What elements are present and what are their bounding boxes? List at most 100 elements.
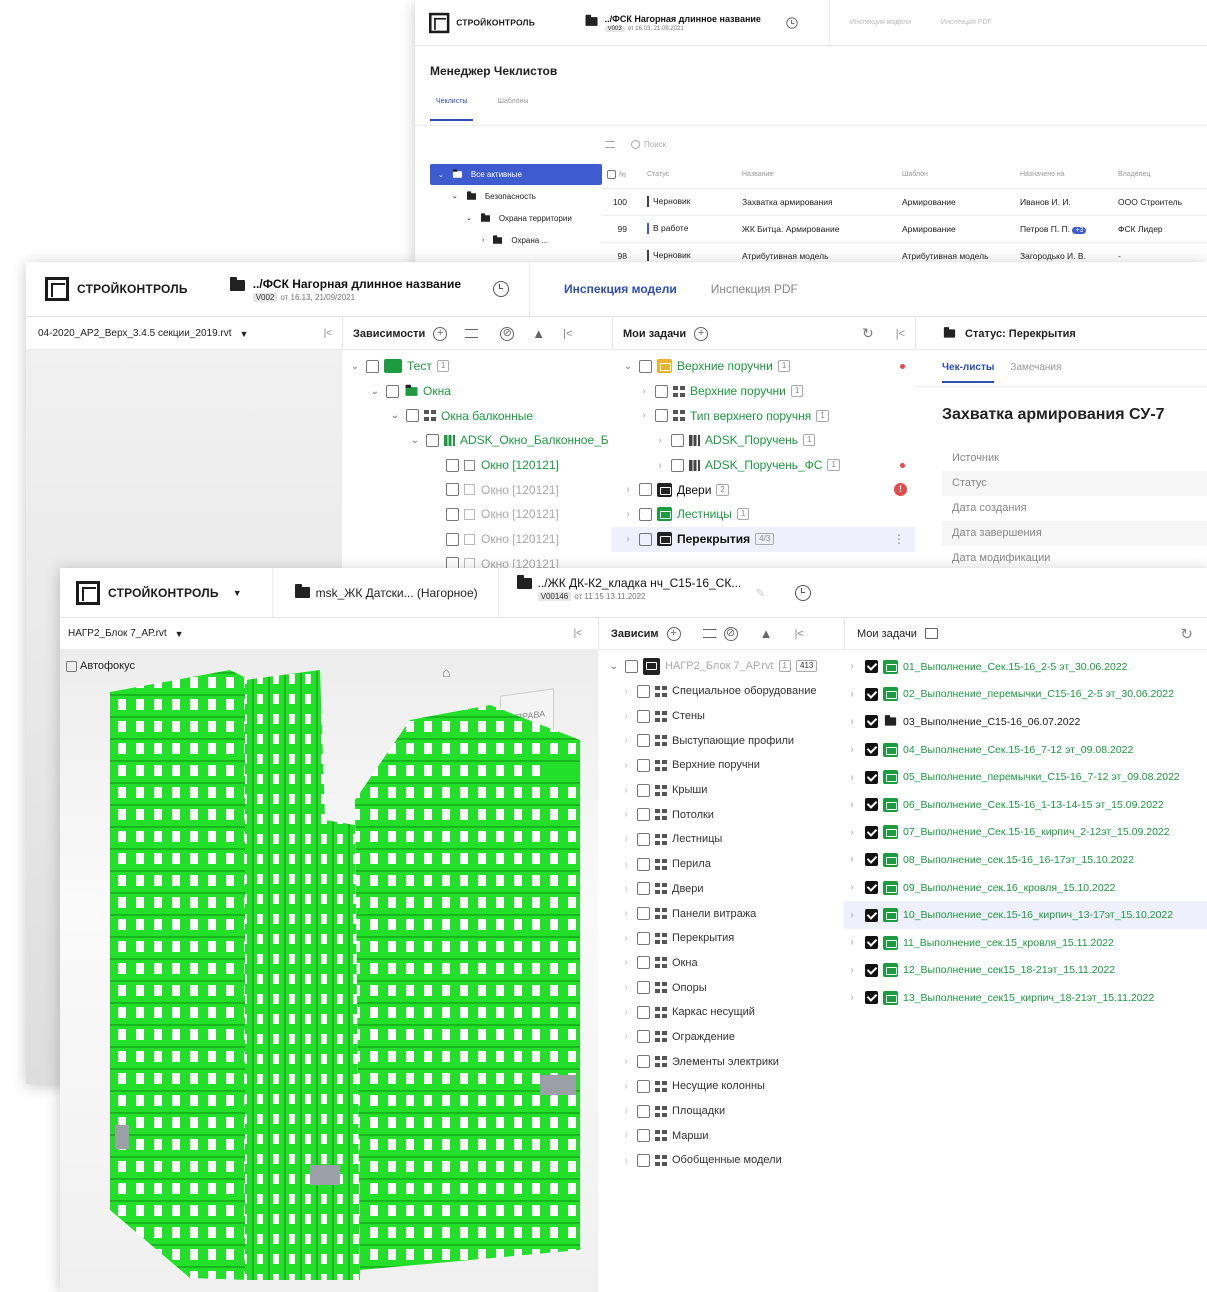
filter-icon[interactable] xyxy=(702,629,716,638)
task-row[interactable]: › 06_Выполнение_Сек.15-16_1-13-14-15 эт_1… xyxy=(844,791,1207,819)
tab-remarks[interactable]: Замечания xyxy=(1010,362,1061,383)
checkbox[interactable] xyxy=(386,384,399,398)
tree-row[interactable]: ⌄ Окна балконные xyxy=(349,403,611,428)
tree-row[interactable]: ⌄ Верхние поручни 1 xyxy=(612,354,915,379)
category-row[interactable]: › Опоры xyxy=(620,975,844,1000)
filter-icon[interactable] xyxy=(465,329,479,338)
project-info[interactable]: ../ЖК ДК-К2_кладка нч_С15-16_СК... V0014… xyxy=(497,568,741,617)
checkbox[interactable] xyxy=(637,709,650,723)
category-row[interactable]: › Окна xyxy=(620,951,844,976)
checkbox[interactable] xyxy=(637,1129,650,1143)
checkbox[interactable] xyxy=(446,458,459,472)
category-row[interactable]: › Специальное оборудование xyxy=(620,679,844,704)
tab-pdf-inspection[interactable]: Инспекция PDF xyxy=(941,19,992,26)
tree-row[interactable]: ⌄ Окна xyxy=(349,379,611,404)
tree-row[interactable]: › Верхние поручни 1 xyxy=(612,379,915,404)
collapse-panel-icon[interactable]: |< xyxy=(324,328,332,339)
tree-row[interactable]: › Двери 2! xyxy=(612,477,915,502)
col-status[interactable]: Статус xyxy=(641,162,736,189)
task-row-selected[interactable]: › 10_Выполнение_сек.15-16_кирпич_13-17эт_… xyxy=(844,901,1207,929)
category-row[interactable]: › Стены xyxy=(620,704,844,729)
category-row[interactable]: › Выступающие профили xyxy=(620,728,844,753)
project-info[interactable]: ../ФСК Нагорная длинное название V002 от … xyxy=(229,276,461,302)
checkbox[interactable] xyxy=(637,758,650,772)
bell-icon[interactable]: ▲ xyxy=(532,326,545,341)
tree-item-territory[interactable]: ⌄ Охрана территории xyxy=(430,207,602,229)
col-name[interactable]: Название xyxy=(736,162,896,189)
add-icon[interactable]: + xyxy=(433,326,448,341)
category-row[interactable]: › Потолки xyxy=(620,802,844,827)
tree-row[interactable]: Окно [120121] xyxy=(349,527,611,552)
tree-item-safety[interactable]: ⌄ Безопасность xyxy=(430,185,602,207)
checkbox[interactable] xyxy=(865,908,878,922)
tab-checklists[interactable]: Чек-листы xyxy=(942,362,995,383)
tab-model-inspection[interactable]: Инспекция модели xyxy=(850,19,911,26)
checkbox[interactable] xyxy=(637,1005,650,1019)
tree-row[interactable]: ⌄ ADSK_Окно_Балконное_Б xyxy=(349,428,611,453)
collapse-panel-icon[interactable]: |< xyxy=(896,328,905,340)
checkbox[interactable] xyxy=(637,783,650,797)
checkbox[interactable] xyxy=(671,433,684,447)
select-all-checkbox[interactable] xyxy=(607,170,616,180)
checkbox[interactable] xyxy=(865,770,878,784)
task-row[interactable]: › 05_Выполнение_перемычки_С15-16_7-12 эт_… xyxy=(844,763,1207,791)
task-row[interactable]: › 04_Выполнение_Сек.15-16_7-12 эт_09.08.2… xyxy=(844,736,1207,764)
category-row[interactable]: › Верхние поручни xyxy=(620,753,844,778)
task-row[interactable]: › 13_Выполнение_сек15_кирпич_18-21эт_15.1… xyxy=(844,984,1207,1012)
search-input[interactable]: Поиск xyxy=(644,140,666,149)
history-icon[interactable] xyxy=(786,16,798,29)
project-info[interactable]: ../ФСК Нагорная длинное название V003 от … xyxy=(584,14,761,32)
collapse-panel-icon[interactable]: |< xyxy=(794,628,803,640)
checkbox[interactable] xyxy=(625,659,638,673)
subtab-checklists[interactable]: Чеклисты xyxy=(430,98,474,121)
task-row[interactable]: › 03_Выполнение_С15-16_06.07.2022 xyxy=(844,708,1207,736)
checkbox[interactable] xyxy=(446,483,459,497)
checkbox[interactable] xyxy=(637,684,650,698)
checkbox[interactable] xyxy=(366,359,379,373)
category-row[interactable]: › Элементы электрики xyxy=(620,1049,844,1074)
checkbox[interactable] xyxy=(637,1153,650,1167)
checkbox[interactable] xyxy=(406,409,419,423)
checkbox[interactable] xyxy=(637,734,650,748)
checkbox[interactable] xyxy=(637,1104,650,1118)
refresh-icon[interactable]: ↻ xyxy=(1180,625,1193,643)
building-model[interactable] xyxy=(60,650,598,1292)
checkbox[interactable] xyxy=(637,1030,650,1044)
category-row[interactable]: › Марши xyxy=(620,1123,844,1148)
3d-viewport[interactable]: Автофокус ⌂ СПРАВА xyxy=(60,650,598,1292)
category-row[interactable]: › Площадки xyxy=(620,1099,844,1124)
checkbox[interactable] xyxy=(865,853,878,867)
checkbox[interactable] xyxy=(637,907,650,921)
checkbox[interactable] xyxy=(655,409,668,423)
task-row[interactable]: › 12_Выполнение_сек15_18-21эт_15.11.2022 xyxy=(844,957,1207,985)
checkbox[interactable] xyxy=(637,808,650,822)
checkbox[interactable] xyxy=(446,532,459,546)
checkbox[interactable] xyxy=(637,857,650,871)
bell-icon[interactable]: ▲ xyxy=(760,626,773,641)
checkbox[interactable] xyxy=(865,991,878,1005)
category-row[interactable]: › Двери xyxy=(620,877,844,902)
col-template[interactable]: Шаблон xyxy=(896,162,1014,189)
checkbox[interactable] xyxy=(865,660,878,674)
col-assignee[interactable]: Назначено на xyxy=(1014,162,1112,189)
add-folder-icon[interactable] xyxy=(924,628,938,639)
file-selector[interactable]: 04-2020_АР2_Верх_3.4.5 секции_2019.rvt ▼ … xyxy=(26,318,342,350)
category-row[interactable]: › Обобщенные модели xyxy=(620,1148,844,1173)
checkbox[interactable] xyxy=(865,963,878,977)
project-folder[interactable]: msk_ЖК Датски... (Нагорное) xyxy=(271,568,478,617)
checkbox[interactable] xyxy=(426,433,439,447)
checkbox[interactable] xyxy=(637,832,650,846)
more-icon[interactable]: ⋮ xyxy=(893,532,905,546)
checkbox[interactable] xyxy=(637,981,650,995)
category-row[interactable]: › Крыши xyxy=(620,778,844,803)
checkbox[interactable] xyxy=(639,359,652,373)
category-row[interactable]: › Ограждение xyxy=(620,1025,844,1050)
checkbox[interactable] xyxy=(865,743,878,757)
checkbox[interactable] xyxy=(639,483,652,497)
category-row[interactable]: › Перила xyxy=(620,852,844,877)
history-icon[interactable] xyxy=(493,281,510,297)
checkbox[interactable] xyxy=(865,715,878,729)
checkbox[interactable] xyxy=(671,458,684,472)
checkbox[interactable] xyxy=(865,825,878,839)
add-icon[interactable]: + xyxy=(666,626,681,641)
